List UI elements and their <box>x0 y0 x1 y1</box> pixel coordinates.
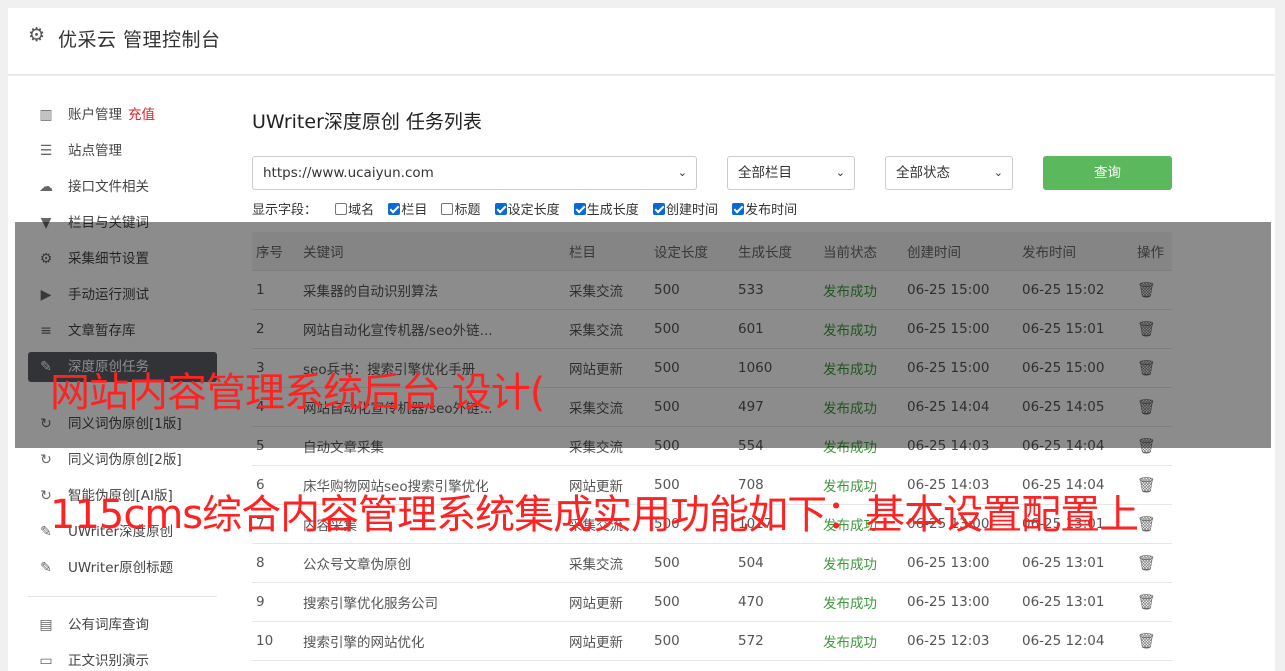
recharge-link[interactable]: 充值 <box>128 107 155 123</box>
site-select-value: https://www.ucaiyun.com <box>263 165 434 181</box>
book-icon: ▤ <box>39 617 53 633</box>
status-select-value: 全部状态 <box>896 165 950 181</box>
trash-icon[interactable]: 🗑 <box>1137 593 1156 611</box>
sidebar-item-account[interactable]: ▥ 账户管理 充值 <box>28 100 217 130</box>
cell-index: 10 <box>252 621 299 661</box>
cell-column: 网站更新 <box>565 621 650 661</box>
field-checkbox-column[interactable]: 栏目 <box>388 202 427 220</box>
cell-action: 🗑 <box>1133 621 1172 661</box>
cell-column: 网站更新 <box>565 582 650 622</box>
query-button[interactable]: 查询 <box>1043 156 1172 190</box>
top-header: ⚙ 优采云 管理控制台 <box>8 8 1275 75</box>
cloud-upload-icon: ☁ <box>39 179 53 195</box>
cell-published: 06-25 13:01 <box>1018 543 1133 583</box>
display-fields: 显示字段： 域名 栏目 标题 设定长度 生成长度 创建时间 发布时间 <box>252 202 807 220</box>
sidebar-item-label: 站点管理 <box>68 143 122 159</box>
cell-index: 9 <box>252 582 299 622</box>
trash-icon[interactable]: 🗑 <box>1137 554 1156 572</box>
sidebar-divider <box>28 596 217 597</box>
field-checkbox-published[interactable]: 发布时间 <box>732 202 797 220</box>
edit-icon: ✎ <box>40 560 52 576</box>
field-checkbox-created[interactable]: 创建时间 <box>652 202 718 220</box>
chevron-down-icon: ⌄ <box>835 166 845 179</box>
refresh-icon: ↻ <box>40 452 52 468</box>
cell-keyword: 搜索引擎的网站优化 <box>299 621 565 661</box>
cell-action: 🗑 <box>1133 504 1172 544</box>
chevron-down-icon: ⌄ <box>993 166 1003 179</box>
sidebar-item-label: 接口文件相关 <box>68 179 149 195</box>
cell-keyword: 搜索引擎优化服务公司 <box>299 582 565 622</box>
sidebar-item-uwriter-title[interactable]: ✎ UWriter原创标题 <box>28 553 217 583</box>
sidebar-item-label: 账户管理 <box>68 107 122 123</box>
field-checkbox-gen-length[interactable]: 生成长度 <box>573 202 639 220</box>
sidebar-item-sites[interactable]: ☰ 站点管理 <box>28 136 217 166</box>
table-row: 9 搜索引擎优化服务公司 网站更新 500 470 发布成功 06-25 13:00 06-2… <box>252 582 1172 622</box>
column-select[interactable]: 全部栏目 ⌄ <box>727 156 855 190</box>
cell-action: 🗑 <box>1133 543 1172 583</box>
table-row: 10 搜索引擎的网站优化 网站更新 500 572 发布成功 06-25 12:03 06-2… <box>252 621 1172 661</box>
trash-icon[interactable]: 🗑 <box>1137 632 1156 650</box>
sidebar-item-word-library[interactable]: ▤ 公有词库查询 <box>28 610 217 640</box>
trash-icon[interactable]: 🗑 <box>1137 515 1156 533</box>
status-select[interactable]: 全部状态 ⌄ <box>885 156 1013 190</box>
site-select[interactable]: https://www.ucaiyun.com ⌄ <box>252 156 697 190</box>
bar-chart-icon: ▥ <box>39 107 53 123</box>
app-title: 优采云 管理控制台 <box>58 29 221 51</box>
page-title: UWriter深度原创 任务列表 <box>252 111 482 133</box>
cell-status: 发布成功 <box>819 543 903 583</box>
field-checkbox-domain[interactable]: 域名 <box>335 202 374 220</box>
cell-index: 8 <box>252 543 299 583</box>
sidebar-item-label: 正文识别演示 <box>68 653 149 669</box>
cell-published: 06-25 13:01 <box>1018 582 1133 622</box>
field-checkbox-set-length[interactable]: 设定长度 <box>494 202 560 220</box>
cell-set-length: 500 <box>650 621 734 661</box>
cell-gen-length: 470 <box>734 582 819 622</box>
overlay-caption-2: 115cms综合内容管理系统集成实用功能如下：基本设置配置上 <box>50 492 1139 538</box>
cell-gen-length: 504 <box>734 543 819 583</box>
table-row: 8 公众号文章伪原创 采集交流 500 504 发布成功 06-25 13:00 06-25 … <box>252 543 1172 583</box>
sidebar-item-synonym-v2[interactable]: ↻ 同义词伪原创[2版] <box>28 445 217 475</box>
cell-created: 06-25 13:00 <box>903 543 1018 583</box>
server-icon: ☰ <box>39 143 53 159</box>
cell-status: 发布成功 <box>819 582 903 622</box>
field-checkbox-title[interactable]: 标题 <box>441 202 480 220</box>
display-fields-label: 显示字段： <box>252 203 318 218</box>
cell-published: 06-25 12:04 <box>1018 621 1133 661</box>
overlay-caption-1: 网站内容管理系统后台 设计( <box>50 370 545 416</box>
cell-status: 发布成功 <box>819 621 903 661</box>
column-select-value: 全部栏目 <box>738 165 792 181</box>
cell-set-length: 500 <box>650 543 734 583</box>
cell-set-length: 500 <box>650 582 734 622</box>
cell-action: 🗑 <box>1133 582 1172 622</box>
cell-action: 🗑 <box>1133 465 1172 505</box>
desktop-icon: ▭ <box>39 653 53 669</box>
trash-icon[interactable]: 🗑 <box>1137 476 1156 494</box>
cell-created: 06-25 12:03 <box>903 621 1018 661</box>
cell-column: 采集交流 <box>565 543 650 583</box>
sidebar-item-label: UWriter原创标题 <box>68 560 174 576</box>
cell-keyword: 公众号文章伪原创 <box>299 543 565 583</box>
chevron-down-icon: ⌄ <box>677 166 687 179</box>
sidebar-item-text-recognition[interactable]: ▭ 正文识别演示 <box>28 646 217 671</box>
cell-created: 06-25 13:00 <box>903 582 1018 622</box>
cell-gen-length: 572 <box>734 621 819 661</box>
sidebar-item-label: 公有词库查询 <box>68 617 149 633</box>
gear-icon: ⚙ <box>28 24 46 46</box>
sidebar-item-label: 同义词伪原创[2版] <box>68 452 182 468</box>
sidebar-item-interface[interactable]: ☁ 接口文件相关 <box>28 172 217 202</box>
